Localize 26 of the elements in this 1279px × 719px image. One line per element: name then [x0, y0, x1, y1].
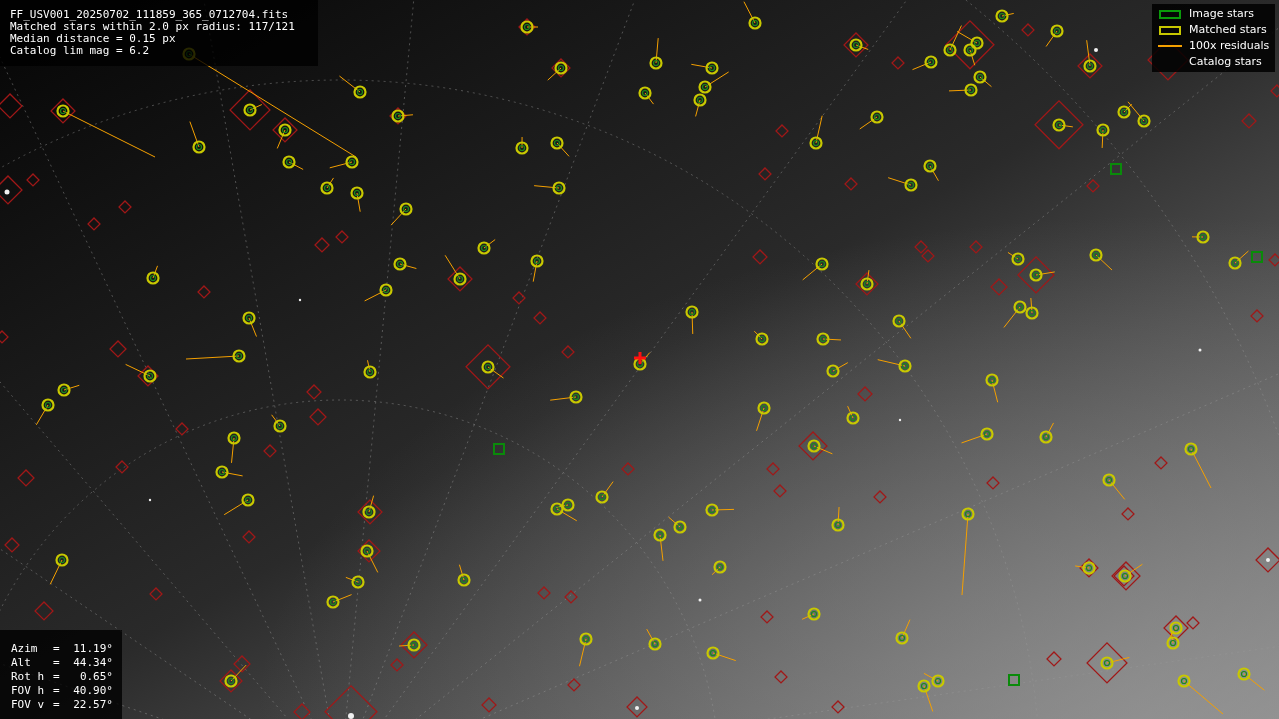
- pointing-sign: =: [53, 642, 61, 656]
- pointing-label: Azim: [11, 642, 39, 656]
- pointing-value: 0.65°: [78, 670, 113, 684]
- legend-label: 100x residuals: [1189, 39, 1270, 53]
- pointing-label: Alt: [11, 656, 32, 670]
- legend-line-icon: [1158, 45, 1182, 47]
- pointing-label: FOV v: [11, 698, 46, 712]
- info-text: Catalog lim mag = 6.2: [10, 45, 151, 57]
- legend-box-icon: [1159, 25, 1181, 35]
- pointing-sign: =: [53, 656, 61, 670]
- pointing-sign: =: [53, 684, 61, 698]
- pointing-sign: =: [53, 698, 61, 712]
- pointing-value: 22.57°: [72, 698, 113, 712]
- info-text: Matched stars within 2.0 px radius: 117/121: [10, 21, 296, 33]
- pointing-sign: =: [53, 670, 61, 684]
- info-text: FF_USV001_20250702_111859_365_0712704.fits: [10, 9, 290, 21]
- info-text: Median distance = 0.15 px: [10, 33, 177, 45]
- pointing-value: 40.90°: [72, 684, 113, 698]
- pointing-label: FOV h: [11, 684, 46, 698]
- pointing-value: 44.34°: [72, 656, 113, 670]
- pointing-value: 11.19°: [72, 642, 113, 656]
- legend-label: Image stars: [1189, 7, 1254, 21]
- legend-label: Matched stars: [1189, 23, 1267, 37]
- legend-box-icon: [1159, 9, 1181, 19]
- legend-label: Catalog stars: [1189, 55, 1262, 69]
- pointing-label: Rot h: [11, 670, 46, 684]
